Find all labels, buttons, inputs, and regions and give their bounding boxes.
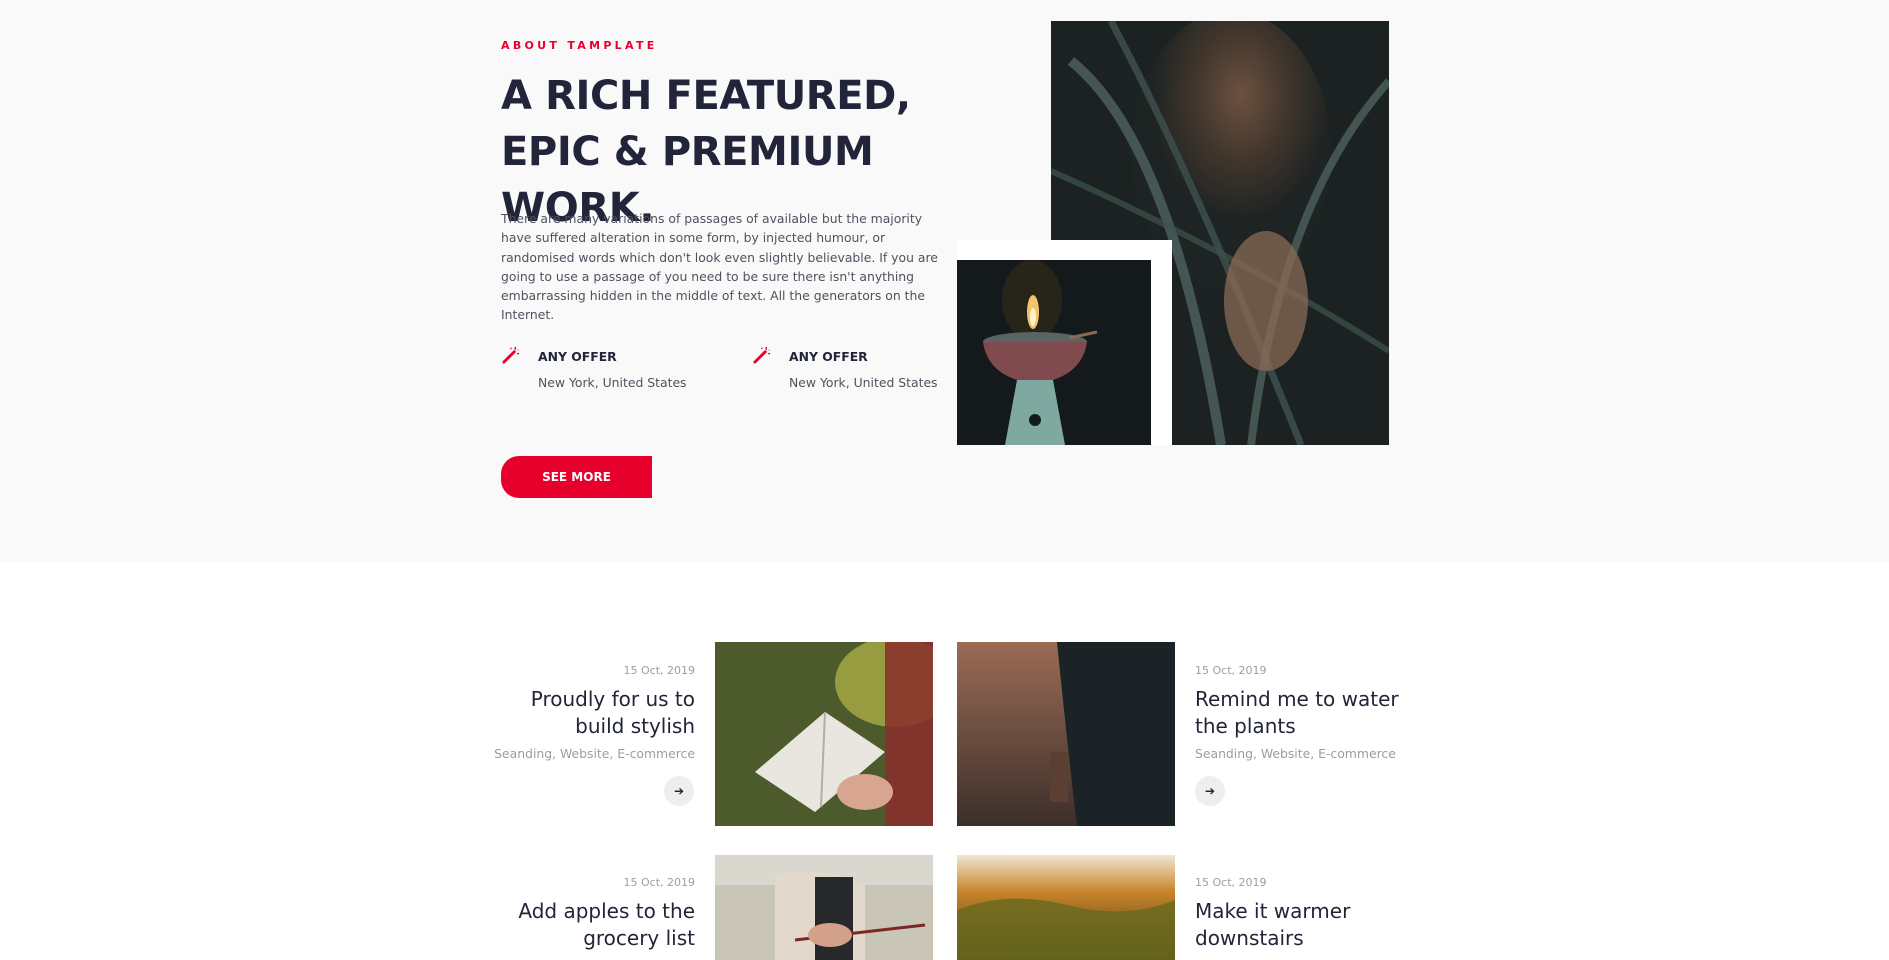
post-arrow-button[interactable]: ➔ bbox=[664, 776, 694, 806]
post-item: 15 Oct, 2019 Proudly for us to build sty… bbox=[485, 664, 695, 761]
post-title[interactable]: Proudly for us to build stylish bbox=[485, 686, 695, 740]
post-date: 15 Oct, 2019 bbox=[623, 876, 696, 889]
post-title[interactable]: Add apples to the grocery list bbox=[485, 898, 695, 952]
post-date: 15 Oct, 2019 bbox=[1195, 664, 1267, 677]
post-item: 15 Oct, 2019 Add apples to the grocery l… bbox=[485, 876, 695, 952]
post-categories: Seanding, Website, E-commerce bbox=[1195, 746, 1396, 761]
feature-item: ANY OFFER New York, United States bbox=[501, 346, 731, 396]
post-arrow-button[interactable]: ➔ bbox=[1195, 776, 1225, 806]
magic-wand-icon bbox=[753, 346, 771, 364]
feature-subtitle: New York, United States bbox=[538, 375, 687, 390]
feature-subtitle: New York, United States bbox=[789, 375, 938, 390]
post-date: 15 Oct, 2019 bbox=[1195, 876, 1267, 889]
feature-title: ANY OFFER bbox=[538, 349, 617, 364]
post-date: 15 Oct, 2019 bbox=[623, 664, 696, 677]
about-section: ABOUT TAMPLATE A RICH FEATURED, EPIC & P… bbox=[0, 0, 1889, 562]
section-tag: ABOUT TAMPLATE bbox=[501, 39, 658, 52]
section-description: There are many variations of passages of… bbox=[501, 211, 938, 323]
post-image[interactable] bbox=[715, 642, 933, 826]
magic-wand-icon bbox=[502, 346, 520, 364]
post-title[interactable]: Remind me to water the plants bbox=[1195, 686, 1405, 740]
post-categories: Seanding, Website, E-commerce bbox=[494, 746, 695, 761]
post-image[interactable] bbox=[957, 855, 1175, 960]
post-title[interactable]: Make it warmer downstairs bbox=[1195, 898, 1405, 952]
feature-title: ANY OFFER bbox=[789, 349, 868, 364]
post-image[interactable] bbox=[957, 642, 1175, 826]
post-item: 15 Oct, 2019 Make it warmer downstairs bbox=[1195, 876, 1405, 952]
see-more-button[interactable]: SEE MORE bbox=[501, 456, 652, 498]
about-image-small bbox=[957, 260, 1151, 445]
post-image[interactable] bbox=[715, 855, 933, 960]
feature-item: ANY OFFER New York, United States bbox=[752, 346, 982, 396]
post-item: 15 Oct, 2019 Remind me to water the plan… bbox=[1195, 664, 1405, 761]
arrow-right-icon: ➔ bbox=[673, 784, 685, 798]
arrow-right-icon: ➔ bbox=[1204, 784, 1216, 798]
